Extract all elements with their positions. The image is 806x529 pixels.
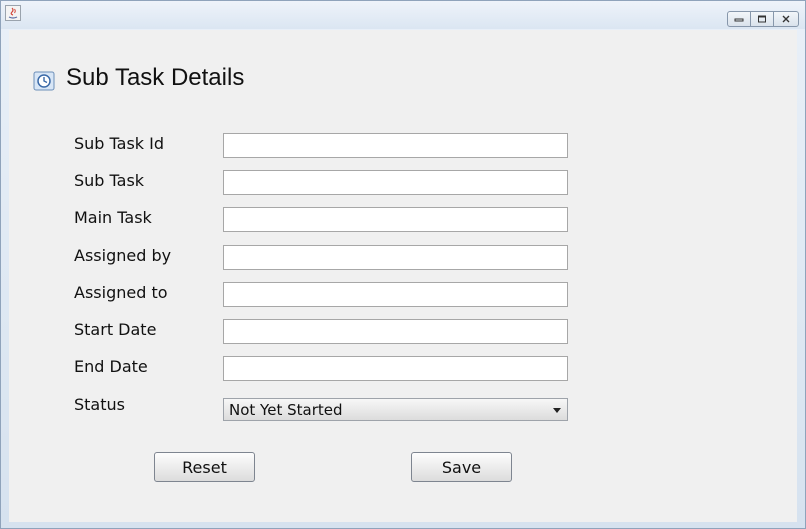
- label-status: Status: [74, 395, 125, 414]
- page-title: Sub Task Details: [66, 64, 245, 91]
- app-window: Sub Task Details Sub Task Id Sub Task Ma…: [0, 0, 806, 529]
- save-button[interactable]: Save: [411, 452, 512, 482]
- window-controls: [727, 11, 799, 27]
- chevron-down-icon[interactable]: [553, 408, 561, 413]
- status-selected-value: Not Yet Started: [229, 401, 343, 419]
- label-start-date: Start Date: [74, 320, 157, 339]
- main-task-field[interactable]: [223, 207, 568, 232]
- task-clock-icon: [33, 71, 55, 91]
- minimize-icon: [734, 18, 744, 22]
- title-bar[interactable]: [1, 1, 805, 29]
- reset-button[interactable]: Reset: [154, 452, 255, 482]
- form-panel: Sub Task Details Sub Task Id Sub Task Ma…: [9, 30, 797, 522]
- assigned-to-field[interactable]: [223, 282, 568, 307]
- close-button[interactable]: [773, 11, 799, 27]
- minimize-button[interactable]: [727, 11, 751, 27]
- label-end-date: End Date: [74, 357, 148, 376]
- label-sub-task-id: Sub Task Id: [74, 134, 165, 153]
- sub-task-field[interactable]: [223, 170, 568, 195]
- maximize-icon: [758, 15, 766, 23]
- label-main-task: Main Task: [74, 208, 152, 227]
- status-dropdown[interactable]: Not Yet Started: [223, 398, 568, 421]
- end-date-field[interactable]: [223, 356, 568, 381]
- label-assigned-to: Assigned to: [74, 283, 168, 302]
- label-sub-task: Sub Task: [74, 171, 145, 190]
- close-icon: [782, 15, 790, 23]
- maximize-button[interactable]: [750, 11, 774, 27]
- assigned-by-field[interactable]: [223, 245, 568, 270]
- sub-task-id-field[interactable]: [223, 133, 568, 158]
- java-icon: [5, 5, 21, 21]
- label-assigned-by: Assigned by: [74, 246, 172, 265]
- start-date-field[interactable]: [223, 319, 568, 344]
